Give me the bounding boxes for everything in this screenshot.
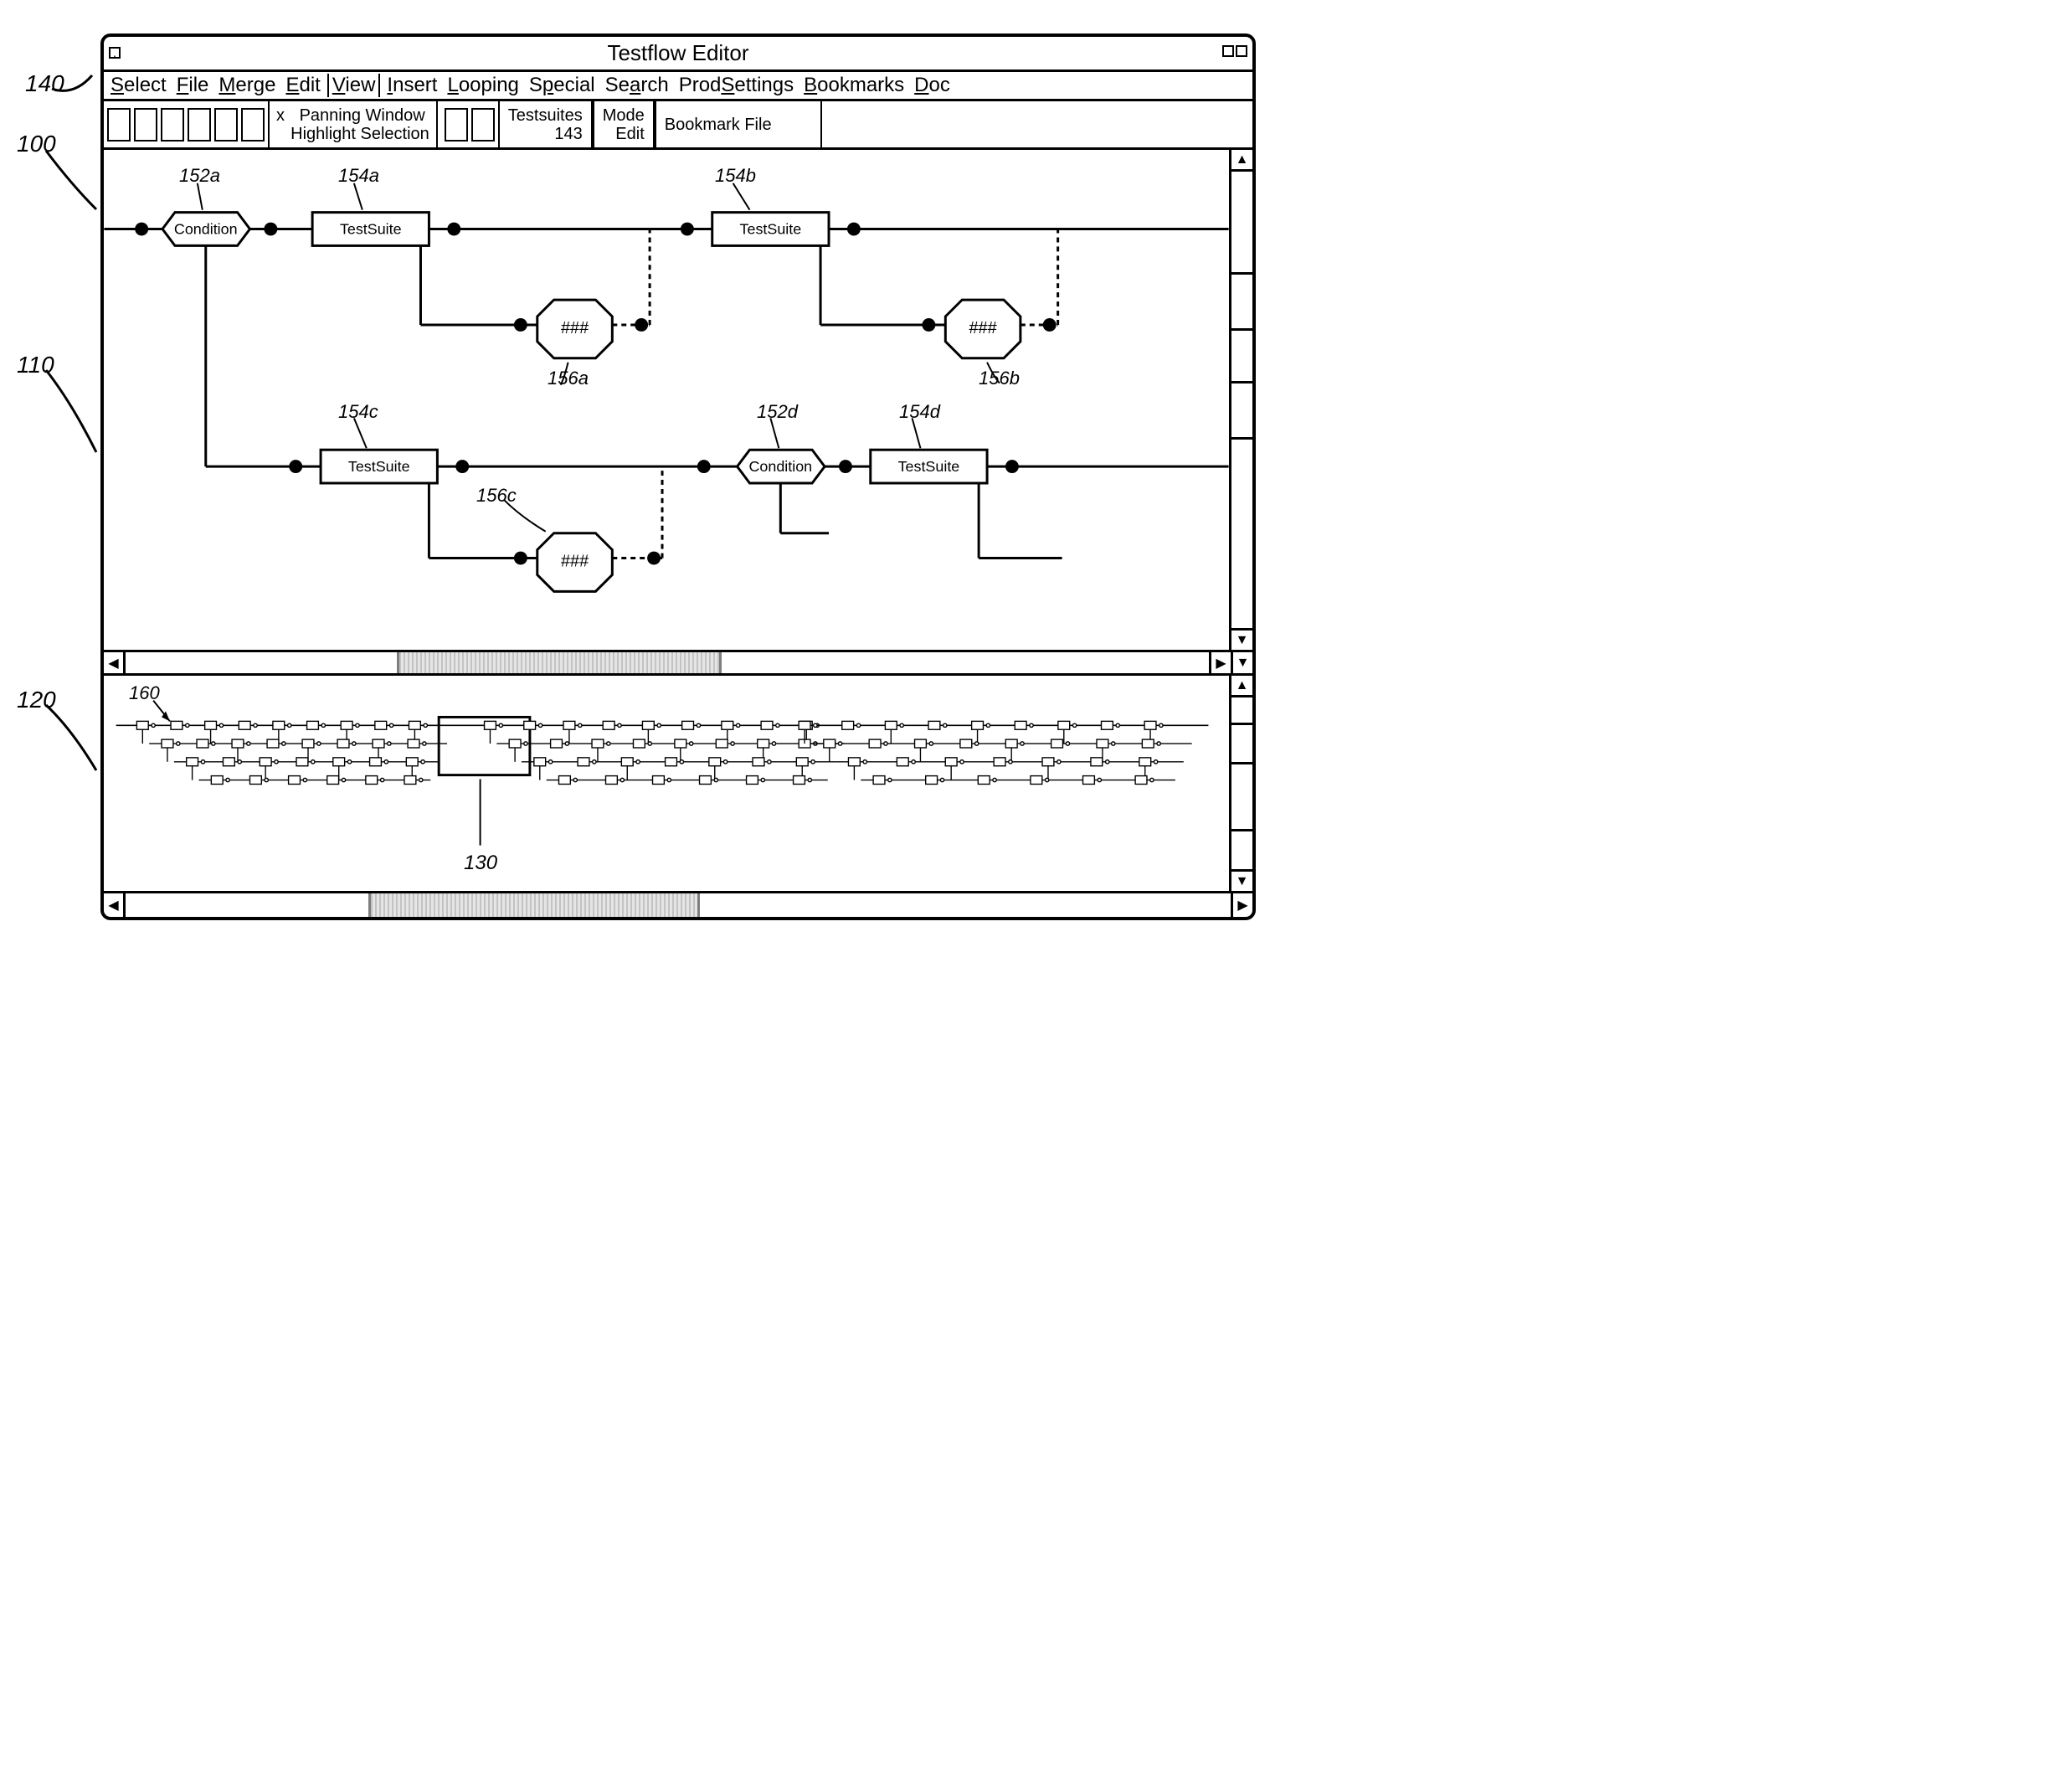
minimap-scroll-left-icon[interactable]: ◀	[104, 893, 126, 917]
svg-text:Condition: Condition	[174, 220, 238, 237]
menu-special[interactable]: Special	[526, 74, 599, 97]
menu-doc[interactable]: Doc	[911, 74, 954, 97]
panning-options: x Panning Window Highlight Selection	[268, 101, 438, 147]
tool-btn-6[interactable]	[241, 108, 265, 142]
app-window: · Testflow Editor Select File Merge Edit…	[100, 33, 1256, 920]
svg-text:###: ###	[969, 319, 997, 337]
minimize-button[interactable]: ·	[109, 47, 121, 59]
testsuites-label: Testsuites	[508, 106, 583, 125]
scroll-down-icon[interactable]: ▼	[1231, 628, 1252, 650]
minimap-scroll-up-icon[interactable]: ▲	[1231, 676, 1252, 697]
canvas-area: 152a 154a 154b 156a 156b 154c 152d 154d …	[104, 150, 1252, 652]
vscroll-track[interactable]	[1231, 172, 1252, 628]
scroll-left-icon[interactable]: ◀	[104, 652, 126, 673]
menu-looping[interactable]: Looping	[444, 74, 522, 97]
minimap-vscroll[interactable]: ▲ ▼	[1229, 676, 1252, 891]
tool-btn-7[interactable]	[445, 108, 468, 142]
tool-btn-1[interactable]	[107, 108, 131, 142]
minimap-svg	[104, 676, 1229, 891]
menu-view[interactable]: View	[327, 74, 381, 97]
svg-text:TestSuite: TestSuite	[348, 458, 410, 475]
title-bar: · Testflow Editor	[104, 37, 1252, 72]
canvas-vscroll[interactable]: ▲ ▼	[1229, 150, 1252, 650]
testsuites-info: Testsuites 143	[498, 101, 593, 147]
minimap-area: 160 130	[104, 676, 1252, 893]
hscroll-track[interactable]	[126, 652, 1209, 673]
menu-file[interactable]: File	[173, 74, 213, 97]
tool-btn-2[interactable]	[134, 108, 157, 142]
minimap-vscroll-track[interactable]	[1231, 697, 1252, 869]
toolbar: x Panning Window Highlight Selection Tes…	[104, 101, 1252, 150]
minimap-hscroll-thumb[interactable]	[368, 893, 700, 917]
svg-text:###: ###	[561, 319, 589, 337]
testsuites-value: 143	[508, 125, 583, 143]
scroll-down-join-icon[interactable]: ▼	[1231, 652, 1252, 673]
tool-btn-4[interactable]	[188, 108, 211, 142]
menu-edit[interactable]: Edit	[282, 74, 323, 97]
menu-search[interactable]: Search	[602, 74, 672, 97]
toolbar-buttons-left	[104, 101, 268, 147]
menu-merge[interactable]: Merge	[215, 74, 279, 97]
scroll-up-icon[interactable]: ▲	[1231, 150, 1252, 172]
menu-insert[interactable]: Insert	[383, 74, 440, 97]
menu-prodsettings[interactable]: ProdSettings	[676, 74, 797, 97]
svg-text:TestSuite: TestSuite	[740, 220, 802, 237]
toolbar-buttons-mid	[441, 101, 498, 147]
menu-bar: Select File Merge Edit View Insert Loopi…	[104, 72, 1252, 101]
scroll-right-icon[interactable]: ▶	[1209, 652, 1231, 673]
svg-text:###: ###	[561, 553, 589, 571]
bookmark-info: Bookmark File	[655, 101, 822, 147]
tool-btn-8[interactable]	[471, 108, 495, 142]
svg-text:TestSuite: TestSuite	[898, 458, 960, 475]
minimap-hscroll-track[interactable]	[126, 893, 1231, 917]
tool-btn-5[interactable]	[214, 108, 238, 142]
menu-select[interactable]: Select	[107, 74, 170, 97]
panning-check[interactable]: x	[276, 106, 285, 125]
mode-label: Mode	[603, 106, 645, 125]
minimap-hscroll[interactable]: ◀ ▶	[104, 893, 1252, 917]
minimap-canvas[interactable]: 160 130	[104, 676, 1229, 891]
window-title: Testflow Editor	[607, 40, 748, 65]
canvas-hscroll[interactable]: ◀ ▶ ▼	[104, 652, 1252, 676]
flow-svg: Condition TestSuite ###	[104, 150, 1229, 650]
maximize-button[interactable]	[1236, 45, 1247, 57]
minimap-scroll-right-icon[interactable]: ▶	[1231, 893, 1252, 917]
restore-button[interactable]	[1222, 45, 1234, 57]
panning-label: Panning Window	[300, 106, 425, 125]
tool-btn-3[interactable]	[161, 108, 184, 142]
svg-text:Condition: Condition	[748, 458, 812, 475]
svg-text:TestSuite: TestSuite	[340, 220, 402, 237]
minimap-scroll-down-icon[interactable]: ▼	[1231, 869, 1252, 891]
flow-canvas[interactable]: 152a 154a 154b 156a 156b 154c 152d 154d …	[104, 150, 1229, 650]
mode-info: Mode Edit	[593, 101, 655, 147]
menu-bookmarks[interactable]: Bookmarks	[800, 74, 907, 97]
hscroll-thumb[interactable]	[397, 652, 722, 673]
mode-value: Edit	[603, 125, 645, 143]
highlight-label[interactable]: Highlight Selection	[290, 125, 429, 143]
bookmark-label: Bookmark File	[665, 116, 812, 134]
